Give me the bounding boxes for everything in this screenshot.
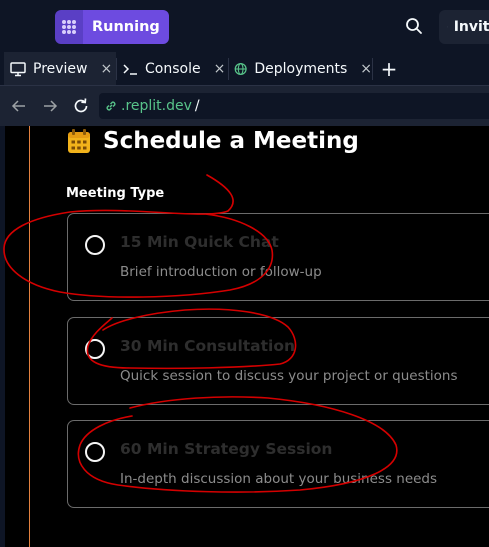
close-icon[interactable]: × (101, 61, 113, 77)
run-button-label: Running (92, 19, 160, 35)
search-button[interactable] (400, 12, 428, 40)
url-path: / (194, 98, 200, 114)
orange-guide-line (29, 126, 30, 547)
monitor-icon (10, 61, 26, 76)
preview-pane: Schedule a Meeting Meeting Type 15 Min Q… (5, 126, 489, 547)
top-header: Running Invite (0, 0, 489, 52)
option-title: 15 Min Quick Chat (120, 233, 279, 251)
forward-icon[interactable] (39, 95, 61, 117)
option-description: Brief introduction or follow-up (120, 264, 322, 280)
meeting-type-label: Meeting Type (66, 186, 165, 201)
globe-icon (234, 62, 247, 75)
tab-label: Deployments (254, 60, 348, 77)
tab-console[interactable]: Console × (120, 52, 226, 85)
link-icon (106, 101, 116, 111)
run-control: Running (55, 10, 169, 44)
option-title: 60 Min Strategy Session (120, 440, 333, 458)
add-tab-button[interactable]: + (378, 52, 400, 85)
add-user-icon (447, 26, 448, 28)
address-bar: .replit.dev / (0, 86, 489, 126)
tab-divider (228, 58, 229, 80)
run-button[interactable]: Running (83, 10, 169, 44)
reload-icon[interactable] (70, 95, 92, 117)
tab-deployments[interactable]: Deployments × (232, 52, 372, 85)
tab-label: Console (145, 60, 201, 77)
option-description: Quick session to discuss your project or… (120, 368, 458, 384)
meeting-option-60min[interactable]: 60 Min Strategy Session In-depth discuss… (67, 420, 489, 508)
tab-divider (116, 58, 117, 80)
page-title: Schedule a Meeting (103, 128, 359, 154)
radio-button[interactable] (85, 442, 105, 462)
back-icon[interactable] (8, 95, 30, 117)
close-icon[interactable]: × (214, 61, 226, 77)
url-host: .replit.dev (121, 98, 192, 114)
invite-label: Invite (453, 19, 489, 35)
tab-bar: Preview × Console × Deployments × + (0, 52, 489, 86)
tab-preview[interactable]: Preview × (4, 52, 116, 85)
radio-button[interactable] (85, 339, 105, 359)
meeting-option-15min[interactable]: 15 Min Quick Chat Brief introduction or … (67, 213, 489, 301)
option-description: In-depth discussion about your business … (120, 471, 438, 487)
terminal-icon (123, 63, 137, 75)
grid-stop-icon (62, 20, 76, 34)
tab-label: Preview (33, 60, 88, 77)
stop-button[interactable] (55, 10, 83, 44)
calendar-icon (68, 129, 90, 153)
invite-button[interactable]: Invite (439, 10, 489, 44)
search-icon (406, 18, 422, 34)
url-input[interactable]: .replit.dev / (99, 93, 489, 119)
tab-divider (372, 58, 373, 80)
radio-button[interactable] (85, 235, 105, 255)
option-title: 30 Min Consultation (120, 337, 296, 355)
meeting-option-30min[interactable]: 30 Min Consultation Quick session to dis… (67, 317, 489, 405)
page-header: Schedule a Meeting (67, 126, 359, 156)
close-icon[interactable]: × (360, 61, 372, 77)
